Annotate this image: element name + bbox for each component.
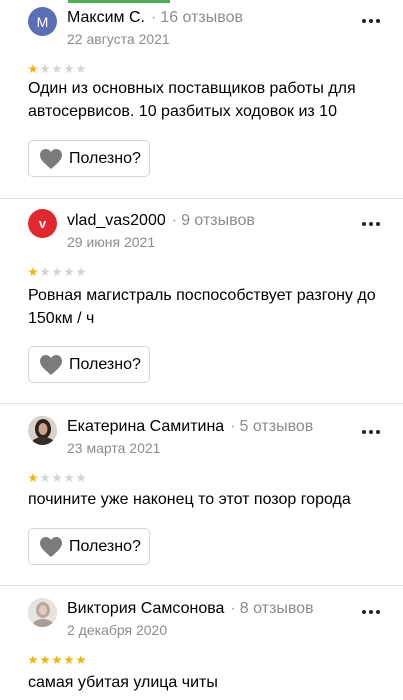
review-date: 23 марта 2021 [67,440,161,456]
star-icon [40,64,50,74]
helpful-button[interactable]: Полезно? [28,528,150,565]
separator-dot: · [230,418,236,435]
star-icon [76,473,86,483]
author-line: vlad_vas2000 · 9 отзывов [67,211,255,231]
avatar[interactable] [28,416,57,445]
rating-stars [28,473,86,483]
review-text: самая убитая улица читы [28,674,218,691]
top-accent-strip [68,0,170,3]
avatar-letter: v [38,216,47,231]
divider [0,198,403,199]
author-line: Максим С. · 16 отзывов [67,8,243,28]
star-icon [28,473,38,483]
review-count[interactable]: 5 отзывов [240,418,314,435]
review-text: почините уже наконец то этот позор город… [28,491,351,508]
star-icon [52,473,62,483]
review-count[interactable]: 9 отзывов [181,212,255,229]
helpful-button[interactable]: Полезно? [28,140,150,177]
star-icon [28,655,38,665]
rating-stars [28,267,86,277]
rating-stars [28,655,86,665]
author-line: Виктория Самсонова · 8 отзывов [67,599,314,619]
star-icon [64,267,74,277]
avatar-photo [28,598,57,627]
avatar[interactable]: v [28,209,57,238]
star-icon [52,267,62,277]
avatar-photo [28,416,57,445]
avatar[interactable] [28,598,57,627]
star-icon [64,64,74,74]
heart-icon [40,354,62,375]
star-icon [40,267,50,277]
star-icon [52,655,62,665]
star-icon [76,655,86,665]
star-icon [40,473,50,483]
heart-icon [40,148,62,169]
star-icon [52,64,62,74]
author-line: Екатерина Самитина · 5 отзывов [67,417,313,437]
author-name[interactable]: Максим С. [67,9,145,26]
more-dots-icon[interactable] [362,430,380,434]
review-text: Один из основных поставщиков работы для … [28,80,356,120]
star-icon [76,267,86,277]
helpful-button[interactable]: Полезно? [28,346,150,383]
star-icon [28,267,38,277]
star-icon [40,655,50,665]
review-date: 22 августа 2021 [67,31,170,47]
helpful-label: Полезно? [69,149,141,167]
helpful-label: Полезно? [69,537,141,555]
review-count[interactable]: 8 отзывов [240,600,314,617]
avatar-letter: M [36,13,49,30]
star-icon [64,655,74,665]
separator-dot: · [230,600,236,617]
review-text: Ровная магистраль поспособствует разгону… [28,287,376,327]
separator-dot: · [171,212,178,229]
helpful-label: Полезно? [69,355,141,373]
star-icon [28,64,38,74]
avatar[interactable]: M [28,7,57,36]
more-dots-icon[interactable] [362,610,380,614]
divider [0,585,403,586]
author-name[interactable]: Виктория Самсонова [67,600,224,617]
more-dots-icon[interactable] [362,222,380,226]
review-date: 2 декабря 2020 [67,622,168,638]
star-icon [76,64,86,74]
author-name[interactable]: vlad_vas2000 [67,212,166,229]
review-date: 29 июня 2021 [67,234,156,250]
divider [0,403,403,404]
star-icon [64,473,74,483]
heart-icon [40,536,62,557]
more-dots-icon[interactable] [362,19,380,23]
author-name[interactable]: Екатерина Самитина [67,418,224,435]
rating-stars [28,64,86,74]
separator-dot: · [150,9,157,26]
review-count[interactable]: 16 отзывов [160,9,243,26]
